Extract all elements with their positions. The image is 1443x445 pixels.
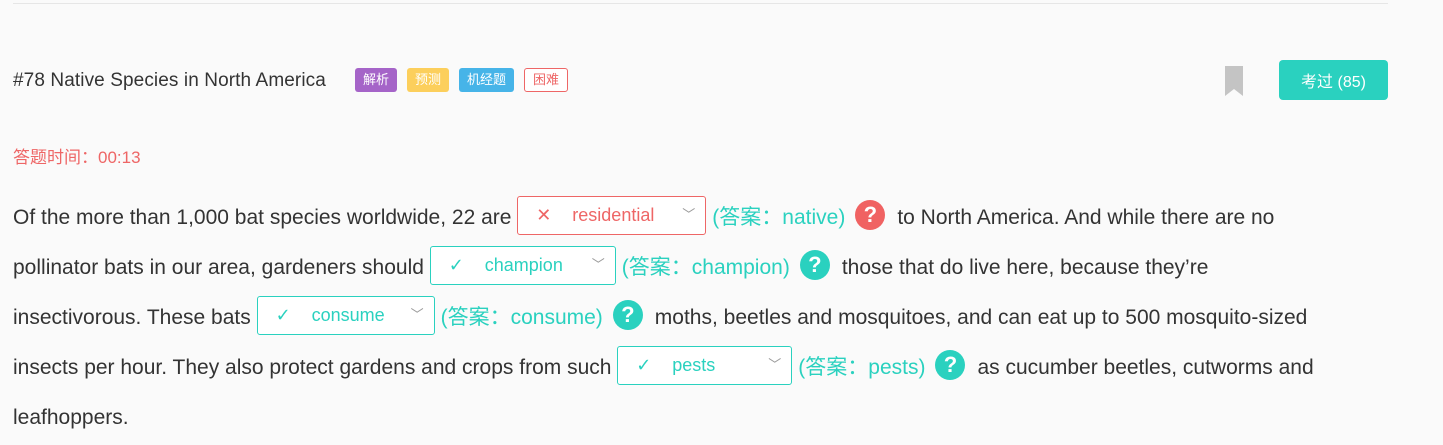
answer-dropdown-3[interactable]: ✓ consume ﹀ [256, 295, 435, 335]
answer-dropdown-1[interactable]: ✕ residential ﹀ [517, 195, 707, 235]
tag-machine-question[interactable]: 机经题 [459, 68, 515, 92]
passage: Of the more than 1,000 bat species world… [13, 193, 1393, 443]
exam-count-button[interactable]: 考过 (85) [1279, 60, 1388, 100]
passage-line: Of the more than 1,000 bat species world… [13, 193, 1393, 243]
passage-line: leafhoppers. [13, 393, 1393, 443]
passage-text: insectivorous. These bats [13, 306, 251, 329]
selected-answer: residential [572, 205, 655, 226]
answer-dropdown-2[interactable]: ✓ champion ﹀ [429, 245, 616, 285]
chevron-down-icon: ﹀ [591, 257, 605, 273]
correct-answer: (答案：champion) [621, 256, 790, 279]
answer-dropdown-4[interactable]: ✓ pests ﹀ [617, 345, 793, 385]
answer-timer: 答题时间：00:13 [13, 148, 141, 167]
chevron-down-icon: ﹀ [410, 307, 424, 323]
passage-text: leafhoppers. [13, 406, 129, 429]
bookmark-icon[interactable] [1225, 66, 1243, 96]
correct-answer: (答案：native) [712, 206, 846, 229]
help-icon[interactable]: ? [612, 300, 643, 331]
passage-text: insects per hour. They also protect gard… [13, 356, 612, 379]
check-icon: ✓ [448, 255, 464, 276]
tag-list: 解析 预测 机经题 困难 [355, 68, 569, 92]
question-header: #78 Native Species in North America 解析 预… [13, 60, 1388, 100]
help-icon[interactable]: ? [799, 250, 830, 281]
help-icon[interactable]: ? [855, 200, 886, 231]
correct-answer: (答案：pests) [798, 356, 926, 379]
tag-analysis[interactable]: 解析 [355, 68, 398, 92]
correct-answer: (答案：consume) [440, 306, 603, 329]
chevron-down-icon: ﹀ [768, 357, 782, 373]
selected-answer: pests [672, 355, 716, 376]
help-icon[interactable]: ? [935, 350, 966, 381]
passage-text: Of the more than 1,000 bat species world… [13, 206, 512, 229]
passage-line: insects per hour. They also protect gard… [13, 343, 1393, 393]
tag-difficulty: 困难 [524, 68, 569, 92]
wrong-icon: ✕ [536, 205, 552, 226]
top-divider [13, 3, 1388, 4]
selected-answer: champion [484, 255, 563, 276]
passage-text: as cucumber beetles, cutworms and [977, 356, 1314, 379]
passage-text: those that do live here, because they’re [841, 256, 1209, 279]
check-icon: ✓ [636, 355, 652, 376]
tag-predict[interactable]: 预测 [407, 68, 450, 92]
check-icon: ✓ [275, 305, 291, 326]
passage-line: insectivorous. These bats ✓ consume ﹀ (答… [13, 293, 1393, 343]
passage-text: to North America. And while there are no [897, 206, 1275, 229]
question-title: #78 Native Species in North America [13, 70, 326, 91]
chevron-down-icon: ﹀ [682, 207, 696, 223]
passage-text: moths, beetles and mosquitoes, and can e… [654, 306, 1308, 329]
passage-line: pollinator bats in our area, gardeners s… [13, 243, 1393, 293]
selected-answer: consume [311, 305, 385, 326]
passage-text: pollinator bats in our area, gardeners s… [13, 256, 424, 279]
